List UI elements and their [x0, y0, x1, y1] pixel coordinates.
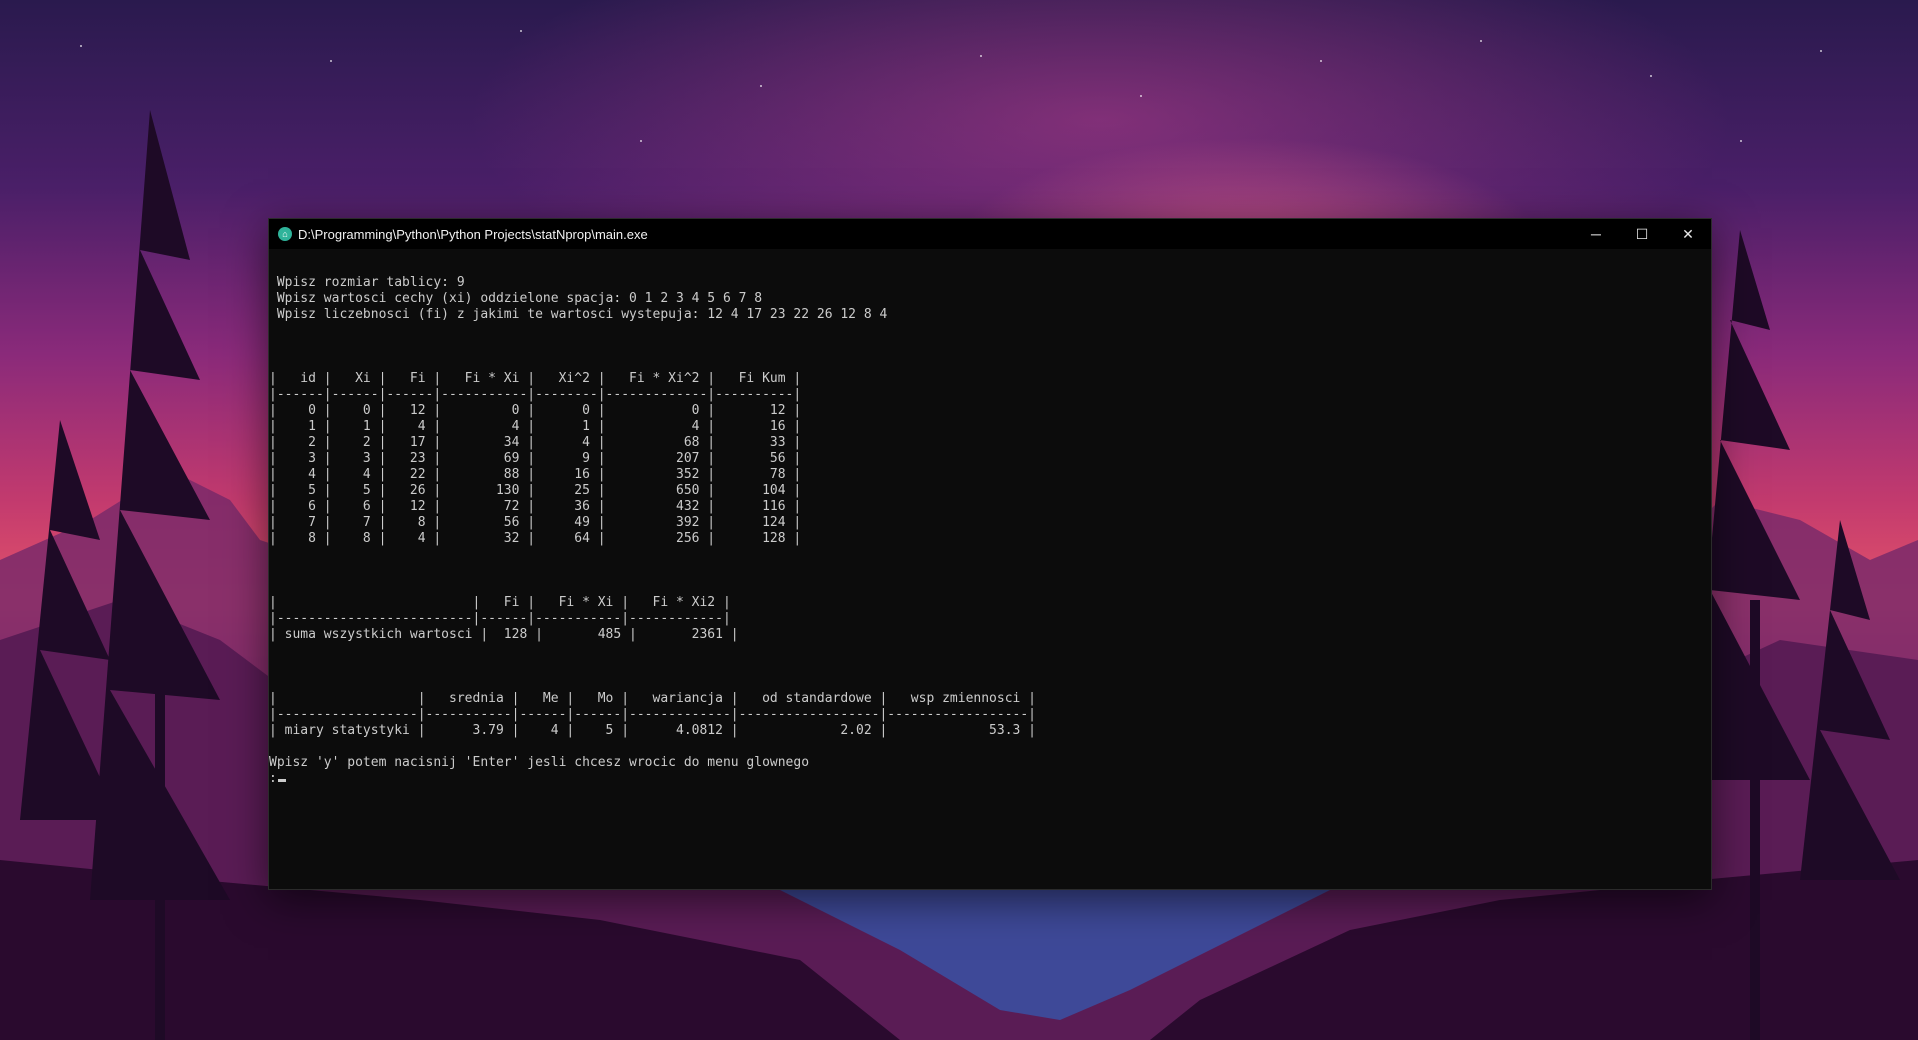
stats-table-row: | miary statystyki | 3.79 | 4 | 5 | 4.08…	[269, 723, 1037, 738]
sum-table-row: | suma wszystkich wartosci | 128 | 485 |…	[269, 627, 739, 642]
table-row: | 4 | 4 | 22 | 88 | 16 | 352 | 78 |	[269, 467, 802, 482]
title-bar[interactable]: ⌂ D:\Programming\Python\Python Projects\…	[269, 219, 1711, 249]
table-row: | 6 | 6 | 12 | 72 | 36 | 432 | 116 |	[269, 499, 802, 514]
output-line: Wpisz rozmiar tablicy: 9	[269, 275, 465, 290]
stats-table-separator: |------------------|-----------|------|-…	[269, 707, 1037, 722]
table-row: | 1 | 1 | 4 | 4 | 1 | 4 | 16 |	[269, 419, 802, 434]
maximize-button[interactable]: ☐	[1619, 219, 1665, 249]
table-separator: |------|------|------|-----------|------…	[269, 387, 802, 402]
console-app-icon: ⌂	[278, 227, 292, 241]
sum-table-separator: |-------------------------|------|------…	[269, 611, 731, 626]
table-row: | 0 | 0 | 12 | 0 | 0 | 0 | 12 |	[269, 403, 802, 418]
window-title: D:\Programming\Python\Python Projects\st…	[298, 226, 648, 242]
console-output[interactable]: Wpisz rozmiar tablicy: 9 Wpisz wartosci …	[269, 249, 1711, 787]
input-line[interactable]: :	[269, 771, 1711, 787]
table-row: | 3 | 3 | 23 | 69 | 9 | 207 | 56 |	[269, 451, 802, 466]
sum-table-header-row: | | Fi | Fi * Xi | Fi * Xi2 |	[269, 595, 731, 610]
text-cursor	[277, 779, 286, 782]
table-row: | 7 | 7 | 8 | 56 | 49 | 392 | 124 |	[269, 515, 802, 530]
minimize-button[interactable]: ─	[1573, 219, 1619, 249]
stats-table-header-row: | | srednia | Me | Mo | wariancja | od s…	[269, 691, 1037, 706]
table-row: | 8 | 8 | 4 | 32 | 64 | 256 | 128 |	[269, 531, 802, 546]
input-prompt: :	[269, 771, 277, 786]
table-row: | 5 | 5 | 26 | 130 | 25 | 650 | 104 |	[269, 483, 802, 498]
table-header-row: | id | Xi | Fi | Fi * Xi | Xi^2 | Fi * X…	[269, 371, 802, 386]
console-window[interactable]: ⌂ D:\Programming\Python\Python Projects\…	[268, 218, 1712, 890]
close-button[interactable]: ✕	[1665, 219, 1711, 249]
table-row: | 2 | 2 | 17 | 34 | 4 | 68 | 33 |	[269, 435, 802, 450]
output-line: Wpisz liczebnosci (fi) z jakimi te warto…	[269, 307, 888, 322]
output-line: Wpisz wartosci cechy (xi) oddzielone spa…	[269, 291, 763, 306]
return-menu-prompt: Wpisz 'y' potem nacisnij 'Enter' jesli c…	[269, 755, 810, 770]
